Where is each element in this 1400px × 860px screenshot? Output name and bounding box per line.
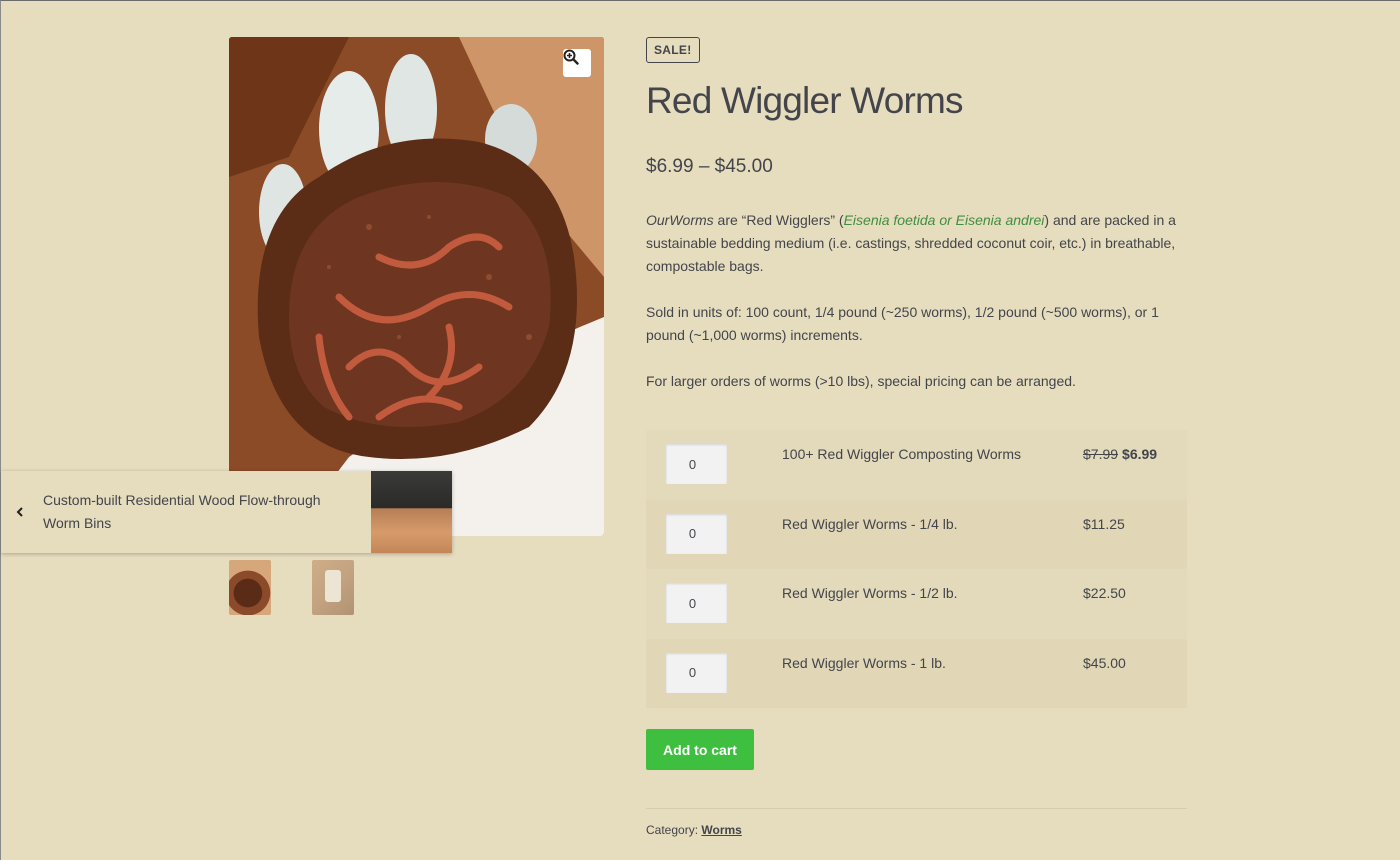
- brand-name: OurWorms: [646, 212, 714, 228]
- grouped-products-table: 100+ Red Wiggler Composting Worms $7.99$…: [646, 430, 1187, 708]
- sale-badge: SALE!: [646, 37, 700, 63]
- variant-name[interactable]: 100+ Red Wiggler Composting Worms: [782, 446, 1021, 462]
- product-title: Red Wiggler Worms: [646, 80, 964, 121]
- description-paragraph-1: OurWorms are “Red Wigglers” (Eisenia foe…: [646, 209, 1187, 278]
- thumbnail-worm-bag[interactable]: [312, 560, 354, 615]
- table-row: Red Wiggler Worms - 1/4 lb. $11.25: [646, 499, 1187, 569]
- variant-price: $7.99 $6.99: [1083, 446, 1157, 462]
- quantity-input[interactable]: [666, 444, 727, 484]
- add-to-cart-button[interactable]: Add to cart: [646, 729, 754, 770]
- category-label: Category:: [646, 823, 699, 837]
- description-paragraph-3: For larger orders of worms (>10 lbs), sp…: [646, 373, 1076, 389]
- previous-product-link[interactable]: Custom-built Residential Wood Flow-throu…: [1, 471, 452, 553]
- product-summary: SALE! Red Wiggler Worms $6.99 – $45.00 O…: [646, 37, 1187, 837]
- category-link[interactable]: Worms: [701, 823, 741, 837]
- table-row: Red Wiggler Worms - 1 lb. $45.00: [646, 638, 1187, 708]
- variant-name[interactable]: Red Wiggler Worms - 1/2 lb.: [782, 585, 958, 601]
- species-link[interactable]: Eisenia foetida or Eisenia andrei: [844, 212, 1045, 228]
- sale-price: $6.99: [1122, 446, 1158, 462]
- table-row: Red Wiggler Worms - 1/2 lb. $22.50: [646, 569, 1187, 639]
- variant-price: $11.25: [1083, 515, 1125, 532]
- table-row: 100+ Red Wiggler Composting Worms $7.99$…: [646, 430, 1187, 500]
- divider: [646, 808, 1187, 809]
- previous-product-thumbnail[interactable]: [371, 471, 452, 553]
- quantity-input[interactable]: [666, 513, 727, 554]
- product-meta: Category: Worms: [646, 823, 1187, 837]
- variant-price: $22.50: [1083, 585, 1126, 601]
- description-text: are “Red Wigglers” (: [713, 212, 844, 228]
- zoom-button[interactable]: [563, 49, 591, 77]
- product-gallery: [229, 37, 604, 615]
- thumbnail-strip: [229, 560, 354, 615]
- previous-product-title[interactable]: Custom-built Residential Wood Flow-throu…: [39, 489, 331, 535]
- quantity-input[interactable]: [666, 652, 727, 693]
- chevron-left-icon: [1, 507, 39, 517]
- variant-name[interactable]: Red Wiggler Worms - 1 lb.: [782, 655, 946, 671]
- variant-name[interactable]: Red Wiggler Worms - 1/4 lb.: [782, 516, 958, 532]
- description-paragraph-2: Sold in units of: 100 count, 1/4 pound (…: [646, 304, 1159, 343]
- product-description: OurWorms are “Red Wigglers” (Eisenia foe…: [646, 209, 1187, 393]
- thumbnail-worms-in-hand[interactable]: [229, 560, 271, 615]
- main-product-image[interactable]: [229, 37, 604, 536]
- variant-price: $45.00: [1083, 654, 1126, 671]
- zoom-in-icon: [563, 49, 579, 65]
- worms-photo: [229, 37, 604, 536]
- price-range: $6.99 – $45.00: [646, 156, 773, 177]
- quantity-input[interactable]: [666, 583, 727, 623]
- old-price: $7.99: [1083, 446, 1119, 462]
